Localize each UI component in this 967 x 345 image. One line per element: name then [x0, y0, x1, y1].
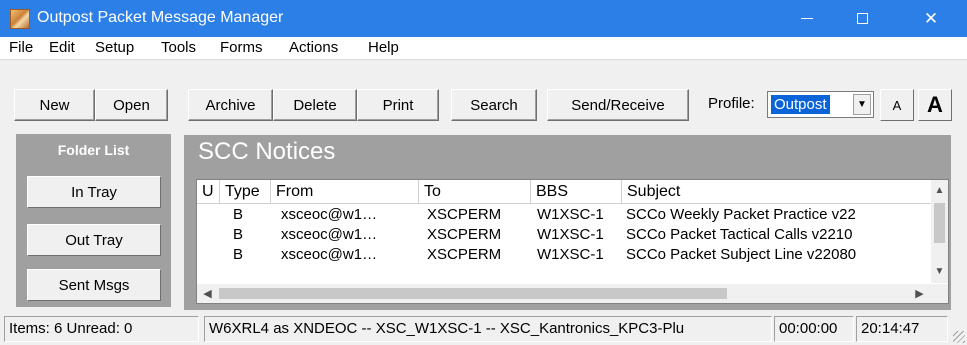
out-tray-button[interactable]: Out Tray	[27, 224, 161, 256]
minimize-icon	[801, 18, 813, 19]
font-larger-button[interactable]: A	[918, 89, 952, 121]
app-icon	[10, 9, 30, 29]
status-connection: W6XRL4 as XNDEOC -- XSC_W1XSC-1 -- XSC_K…	[204, 316, 772, 342]
menu-help[interactable]: Help	[368, 39, 399, 56]
cell-to: XSCPERM	[427, 246, 502, 263]
column-header-type[interactable]: Type	[220, 180, 271, 204]
cell-bbs: W1XSC-1	[537, 226, 604, 243]
cell-from: xsceoc@w1…	[281, 246, 378, 263]
archive-button[interactable]: Archive	[188, 89, 273, 121]
folder-list-panel: Folder List In Tray Out Tray Sent Msgs	[16, 134, 171, 307]
cell-bbs: W1XSC-1	[537, 246, 604, 263]
search-button[interactable]: Search	[451, 89, 537, 121]
resize-grip-icon[interactable]	[953, 331, 965, 343]
table-row[interactable]: B xsceoc@w1… XSCPERM W1XSC-1 SCCo Packet…	[197, 225, 931, 244]
status-clock: 20:14:47	[856, 316, 948, 342]
print-button[interactable]: Print	[357, 89, 439, 121]
cell-type: B	[233, 206, 244, 223]
horizontal-scrollbar[interactable]: ◀ ▶	[197, 284, 948, 303]
scroll-down-arrow-icon[interactable]: ▼	[931, 263, 948, 280]
status-elapsed-time: 00:00:00	[774, 316, 854, 342]
cell-type: B	[233, 226, 244, 243]
scroll-right-arrow-icon[interactable]: ▶	[911, 284, 928, 303]
send-receive-button[interactable]: Send/Receive	[547, 89, 689, 121]
maximize-button[interactable]	[839, 0, 885, 37]
current-folder-header: SCC Notices	[184, 135, 951, 172]
cell-to: XSCPERM	[427, 226, 502, 243]
cell-type: B	[233, 246, 244, 263]
folder-list-title: Folder List	[57, 142, 130, 158]
vertical-scrollbar[interactable]: ▲ ▼	[931, 180, 948, 283]
menu-setup[interactable]: Setup	[95, 39, 134, 56]
column-header-to[interactable]: To	[419, 180, 531, 204]
cell-subject: SCCo Weekly Packet Practice v22	[626, 206, 856, 223]
profile-dropdown[interactable]: Outpost ▼	[767, 91, 874, 118]
new-button[interactable]: New	[14, 89, 95, 121]
column-header-from[interactable]: From	[271, 180, 419, 204]
current-folder-title: SCC Notices	[198, 138, 336, 165]
cell-from: xsceoc@w1…	[281, 226, 378, 243]
menu-actions[interactable]: Actions	[289, 39, 338, 56]
vertical-scroll-thumb[interactable]	[934, 203, 945, 243]
column-header-subject[interactable]: Subject	[622, 180, 948, 204]
menu-file[interactable]: File	[9, 39, 33, 56]
menu-forms[interactable]: Forms	[220, 39, 263, 56]
in-tray-button[interactable]: In Tray	[27, 176, 161, 208]
window-title: Outpost Packet Message Manager	[37, 9, 284, 26]
table-row[interactable]: B xsceoc@w1… XSCPERM W1XSC-1 SCCo Packet…	[197, 245, 931, 264]
sent-msgs-button[interactable]: Sent Msgs	[27, 269, 161, 301]
close-button[interactable]: ✕	[908, 0, 954, 37]
cell-bbs: W1XSC-1	[537, 206, 604, 223]
table-row[interactable]: B xsceoc@w1… XSCPERM W1XSC-1 SCCo Weekly…	[197, 205, 931, 224]
maximize-icon	[856, 13, 868, 24]
delete-button[interactable]: Delete	[273, 89, 357, 121]
message-list[interactable]: U Type From To BBS Subject B xsceoc@w1… …	[196, 179, 949, 304]
cell-subject: SCCo Packet Subject Line v22080	[626, 246, 857, 263]
status-item-counts: Items: 6 Unread: 0	[4, 316, 199, 342]
close-icon: ✕	[923, 8, 939, 28]
horizontal-scroll-thumb[interactable]	[219, 288, 727, 299]
status-bar: Items: 6 Unread: 0 W6XRL4 as XNDEOC -- X…	[0, 313, 967, 345]
column-header-bbs[interactable]: BBS	[531, 180, 622, 204]
cell-subject: SCCo Packet Tactical Calls v2210	[626, 226, 853, 243]
column-header-unread[interactable]: U	[197, 180, 220, 204]
scroll-left-arrow-icon[interactable]: ◀	[199, 284, 216, 303]
menu-bar: File Edit Setup Tools Forms Actions Help	[0, 37, 967, 60]
cell-to: XSCPERM	[427, 206, 502, 223]
profile-label: Profile:	[708, 95, 755, 112]
scroll-up-arrow-icon[interactable]: ▲	[931, 182, 948, 199]
minimize-button[interactable]	[784, 0, 830, 37]
menu-edit[interactable]: Edit	[49, 39, 75, 56]
menu-tools[interactable]: Tools	[161, 39, 196, 56]
dropdown-arrow-icon[interactable]: ▼	[853, 94, 871, 115]
profile-selected-value: Outpost	[771, 95, 830, 114]
font-smaller-button[interactable]: A	[880, 89, 914, 121]
message-list-area: U Type From To BBS Subject B xsceoc@w1… …	[184, 172, 951, 310]
cell-from: xsceoc@w1…	[281, 206, 378, 223]
open-button[interactable]: Open	[95, 89, 168, 121]
title-bar: Outpost Packet Message Manager ✕	[0, 0, 967, 37]
